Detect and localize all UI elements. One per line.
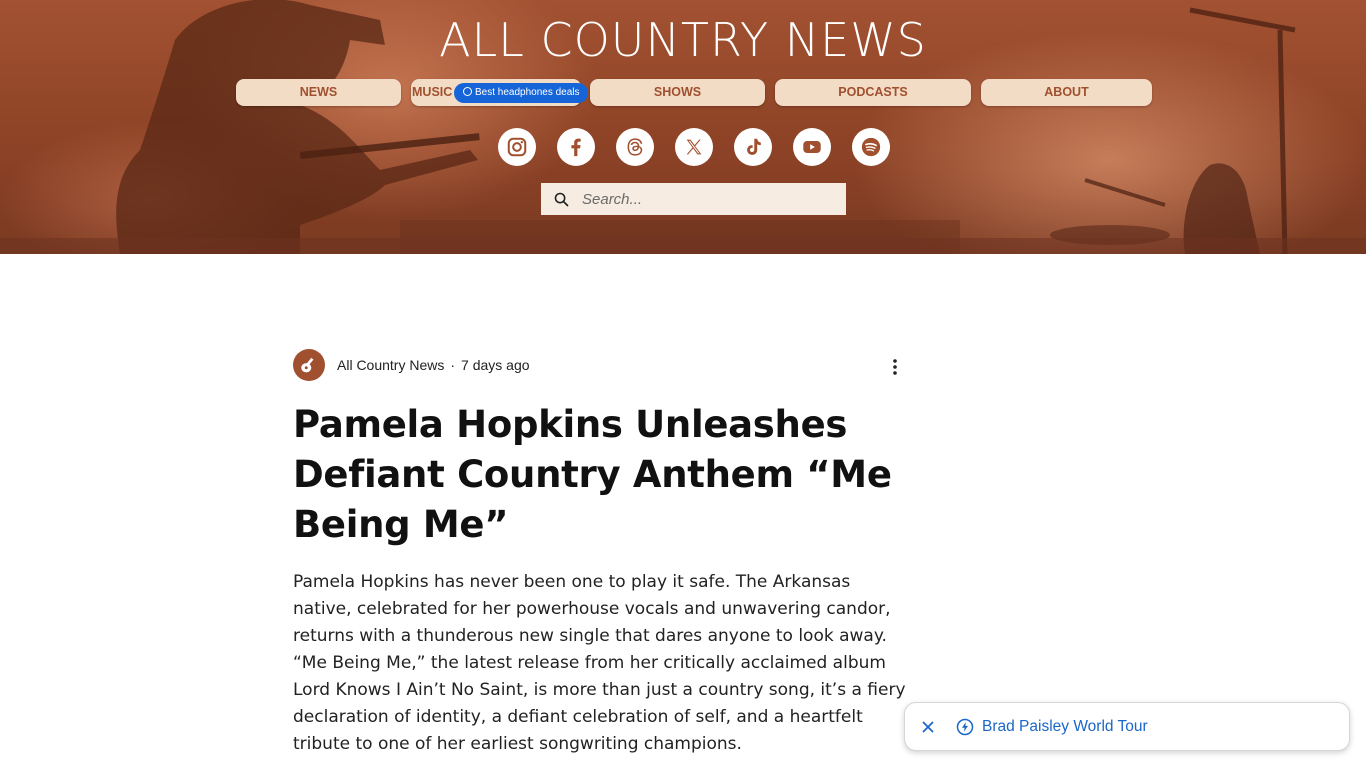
post-title: Pamela Hopkins Unleashes Defiant Country…	[293, 403, 892, 546]
post-meta: All Country News · 7 days ago	[293, 349, 905, 381]
facebook-icon[interactable]	[557, 128, 595, 166]
nav-shows[interactable]: SHOWS	[590, 79, 765, 106]
social-links	[498, 128, 898, 166]
ad-pill[interactable]: Best headphones deals	[454, 83, 588, 103]
site-logo[interactable]: ALL COUNTRY NEWS	[430, 12, 936, 68]
ad-pill-label: Best headphones deals	[475, 87, 580, 98]
suggestion-chip: Brad Paisley World Tour	[904, 702, 1350, 751]
meta-separator: ·	[450, 357, 456, 373]
tiktok-icon[interactable]	[734, 128, 772, 166]
author-name[interactable]: All Country News	[337, 357, 444, 373]
lightning-icon	[956, 718, 974, 736]
suggestion-label[interactable]: Brad Paisley World Tour	[982, 718, 1148, 736]
main-nav: NEWS MUSIC SHOWS PODCASTS ABOUT	[0, 79, 1366, 106]
more-options-icon[interactable]	[885, 357, 905, 377]
nav-podcasts[interactable]: PODCASTS	[775, 79, 971, 106]
avatar[interactable]	[293, 349, 325, 381]
nav-news[interactable]: NEWS	[236, 79, 401, 106]
site-header: ALL COUNTRY NEWS NEWS MUSIC SHOWS PODCAS…	[0, 0, 1366, 254]
search-icon	[554, 192, 569, 206]
search-bar[interactable]	[541, 183, 846, 215]
close-icon[interactable]	[918, 717, 938, 737]
target-icon	[463, 87, 472, 96]
guitar-logo-icon	[301, 357, 314, 373]
spotify-icon[interactable]	[852, 128, 890, 166]
nav-about[interactable]: ABOUT	[981, 79, 1152, 106]
x-icon[interactable]	[675, 128, 713, 166]
search-input[interactable]	[582, 190, 842, 208]
instagram-icon[interactable]	[498, 128, 536, 166]
threads-icon[interactable]	[616, 128, 654, 166]
post-body: Pamela Hopkins has never been one to pla…	[293, 572, 906, 754]
header-bottom-band	[0, 238, 1366, 254]
post-time: 7 days ago	[461, 357, 530, 373]
youtube-icon[interactable]	[793, 128, 831, 166]
